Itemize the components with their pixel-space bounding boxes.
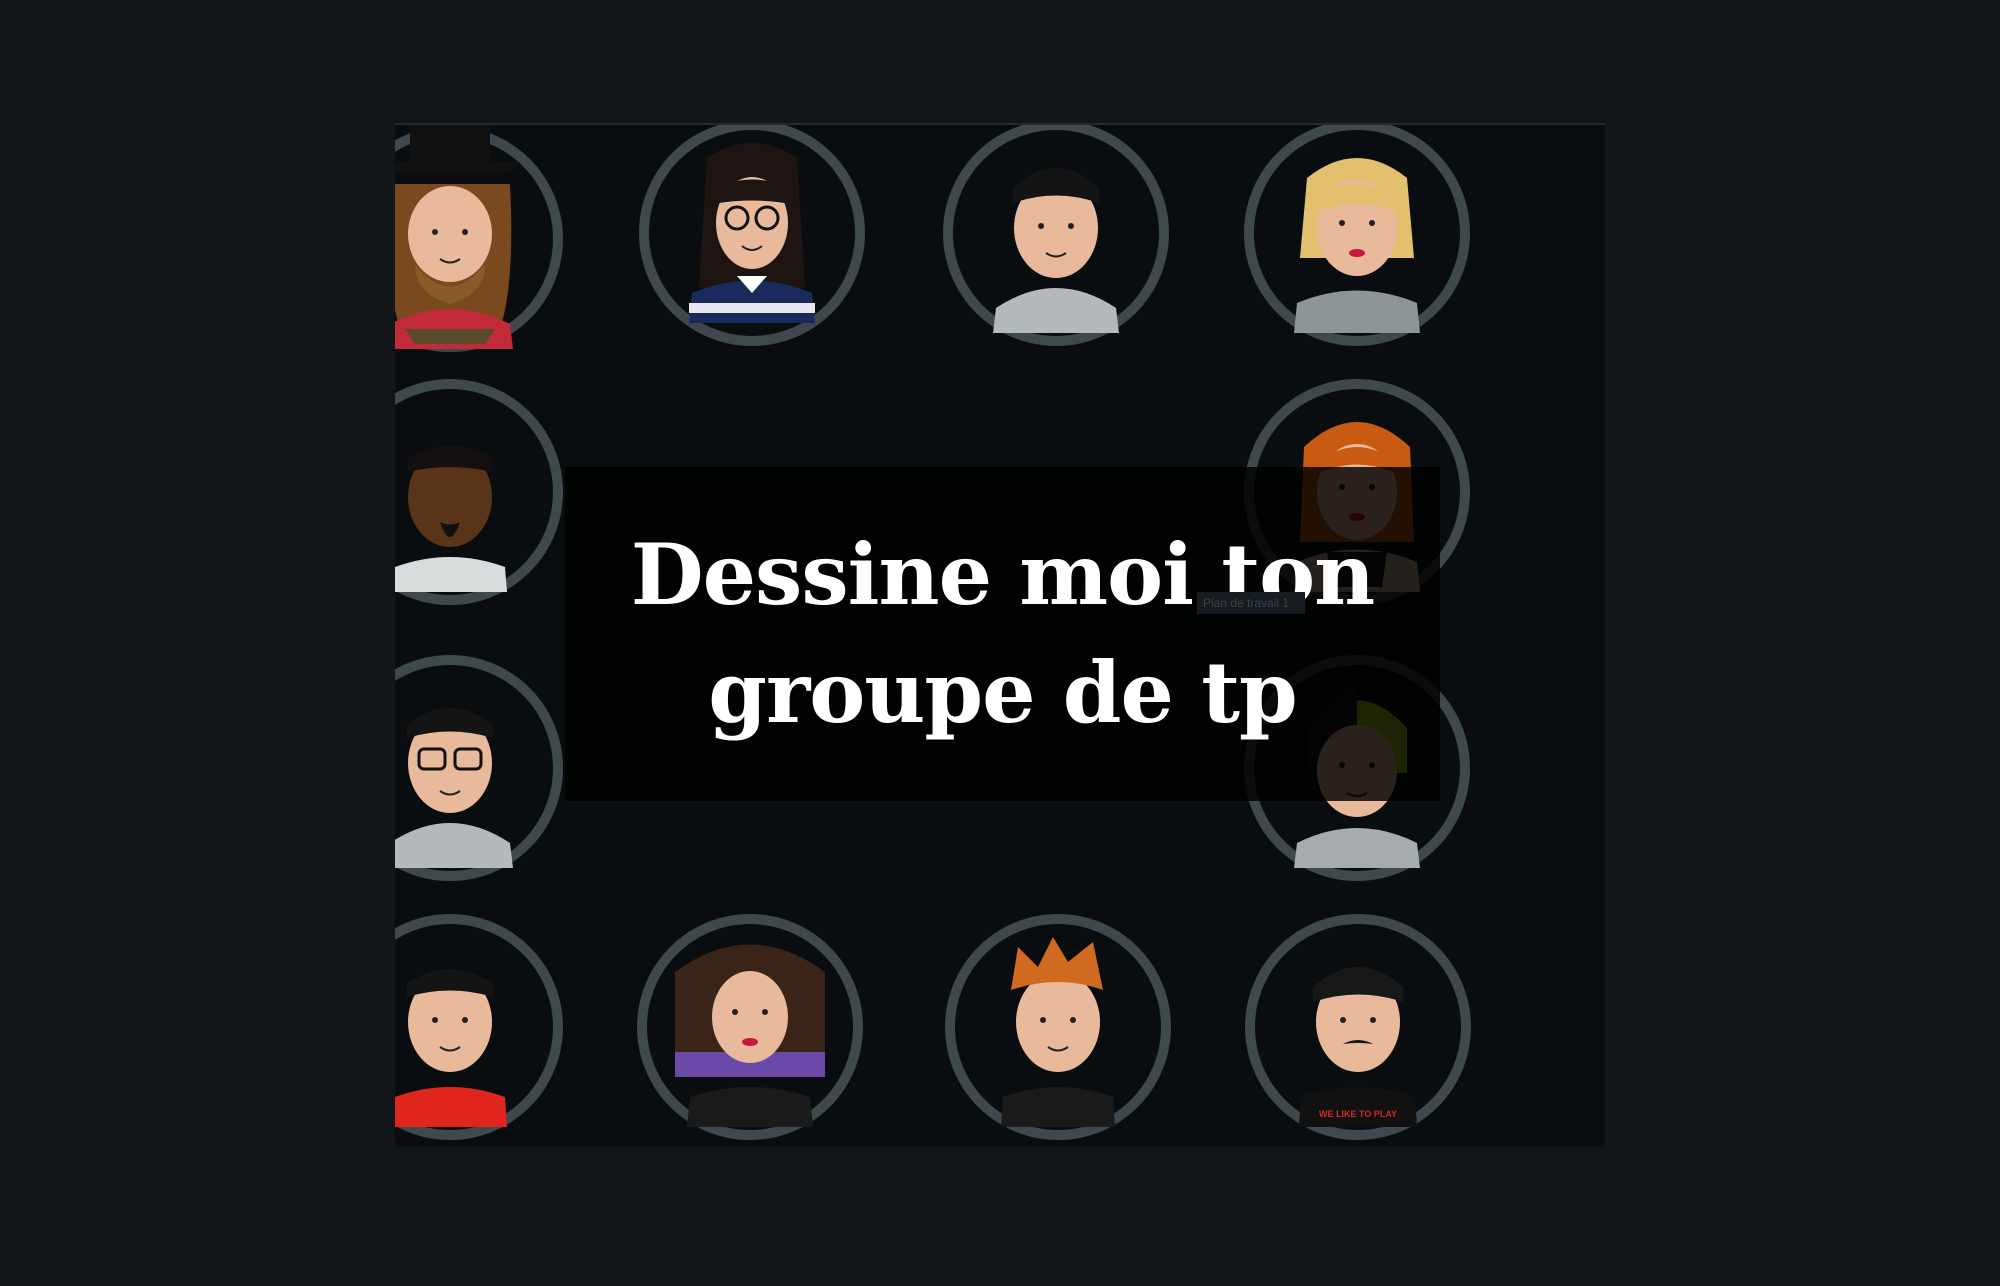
avatar-dark-skin-goatee	[395, 377, 565, 607]
avatar-glasses-long-dark-hair	[637, 125, 867, 348]
avatar-blonde-woman	[1242, 125, 1472, 348]
avatar-mustache-man: WE LIKE TO PLAY	[1243, 912, 1473, 1142]
title-line-1: Dessine moi ton	[630, 525, 1376, 624]
title-box: Dessine moi ton groupe de tp	[565, 467, 1440, 801]
avatar-hat-bearded-man	[395, 125, 565, 354]
avatar-curly-hair-woman	[635, 912, 865, 1142]
artboard-label: Plan de travail 1	[1197, 592, 1305, 614]
avatar-dark-hair-red-shirt	[395, 912, 565, 1142]
title-line-2: groupe de tp	[708, 643, 1297, 742]
avatar-glasses-man-hoodie	[395, 653, 565, 883]
avatar-ginger-spiky-hair	[943, 912, 1173, 1142]
shirt-text: WE LIKE TO PLAY	[1319, 1109, 1397, 1119]
avatar-short-dark-hair-hoodie	[941, 125, 1171, 348]
